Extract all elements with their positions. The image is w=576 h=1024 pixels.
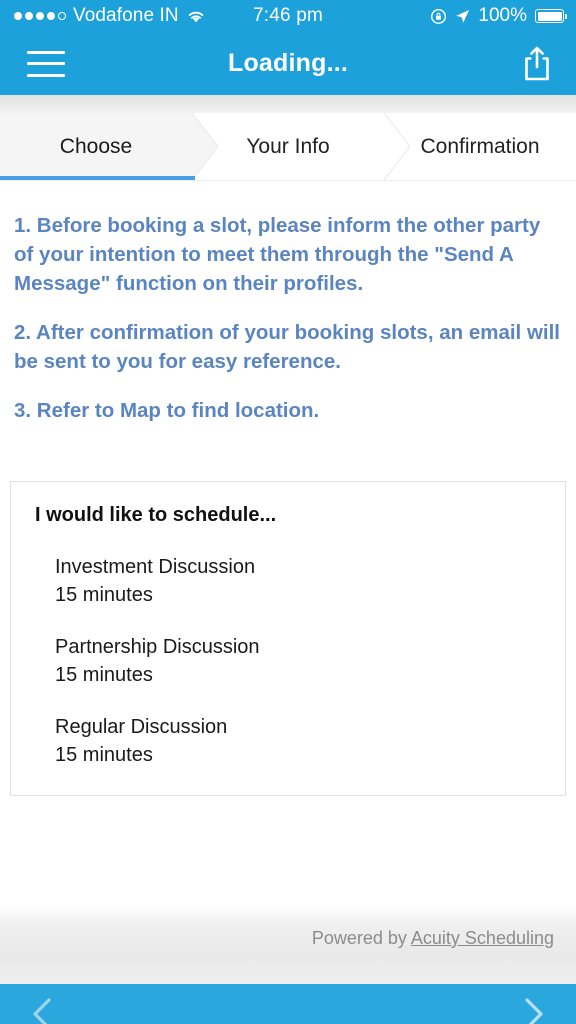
wizard-steps: Choose Your Info Confirmation [0,113,576,181]
location-arrow-icon [456,9,470,23]
step-confirmation[interactable]: Confirmation [384,113,576,180]
share-icon [525,46,549,80]
appointment-option-duration: 15 minutes [55,664,153,686]
active-step-underline [0,176,195,180]
appointment-option[interactable]: Investment Discussion 15 minutes [11,553,565,609]
appointment-option-name: Investment Discussion [55,556,256,578]
rotation-lock-icon [431,8,447,24]
mobile-screen: Vodafone IN 7:46 pm 100% Loading... Choo… [0,0,576,1024]
chevron-right-icon [525,998,543,1024]
instruction-1: 1. Before booking a slot, please inform … [14,214,541,295]
powered-by-text: Powered by Acuity Scheduling [312,928,554,949]
chevron-left-icon [33,998,51,1024]
step-your-info-label: Your Info [246,134,330,158]
appointment-option-name: Partnership Discussion [55,636,260,658]
page-title: Loading... [227,49,349,77]
appointment-type-card: I would like to schedule... Investment D… [10,481,566,796]
battery-percent-label: 100% [478,5,527,26]
instruction-2: 2. After confirmation of your booking sl… [14,321,560,373]
share-button[interactable] [520,45,554,83]
acuity-scheduling-link[interactable]: Acuity Scheduling [411,928,554,948]
instruction-3: 3. Refer to Map to find location. [14,399,320,422]
header-shadow-strip [0,95,576,113]
hamburger-bar-2 [27,62,65,65]
appointment-option-duration: 15 minutes [55,584,153,606]
hamburger-bar-1 [27,50,65,54]
appointment-option[interactable]: Partnership Discussion 15 minutes [11,633,565,689]
battery-fill [537,11,562,21]
appointment-option[interactable]: Regular Discussion 15 minutes [11,713,565,769]
page-body: Choose Your Info Confirmation 1. Before [0,113,576,984]
appointment-option-name: Regular Discussion [55,716,228,738]
battery-icon [535,9,567,23]
powered-by-prefix: Powered by [311,928,411,948]
browser-toolbar [0,984,576,1024]
browser-header: Loading... [0,32,576,95]
back-button[interactable] [26,994,60,1024]
forward-button[interactable] [516,994,550,1024]
step-confirmation-label: Confirmation [420,134,540,158]
step-choose[interactable]: Choose [0,113,218,180]
status-bar: Vodafone IN 7:46 pm 100% [0,0,576,32]
hamburger-menu-icon[interactable] [27,50,65,77]
instructions-block: 1. Before booking a slot, please inform … [0,181,576,425]
step-your-info[interactable]: Your Info [192,113,410,180]
step-choose-label: Choose [59,134,133,158]
appointment-option-duration: 15 minutes [55,744,153,766]
status-bar-right: 100% [430,0,567,32]
page-footer: Powered by Acuity Scheduling [0,906,576,984]
hamburger-bar-3 [27,73,65,77]
appointment-card-heading: I would like to schedule... [35,504,277,526]
